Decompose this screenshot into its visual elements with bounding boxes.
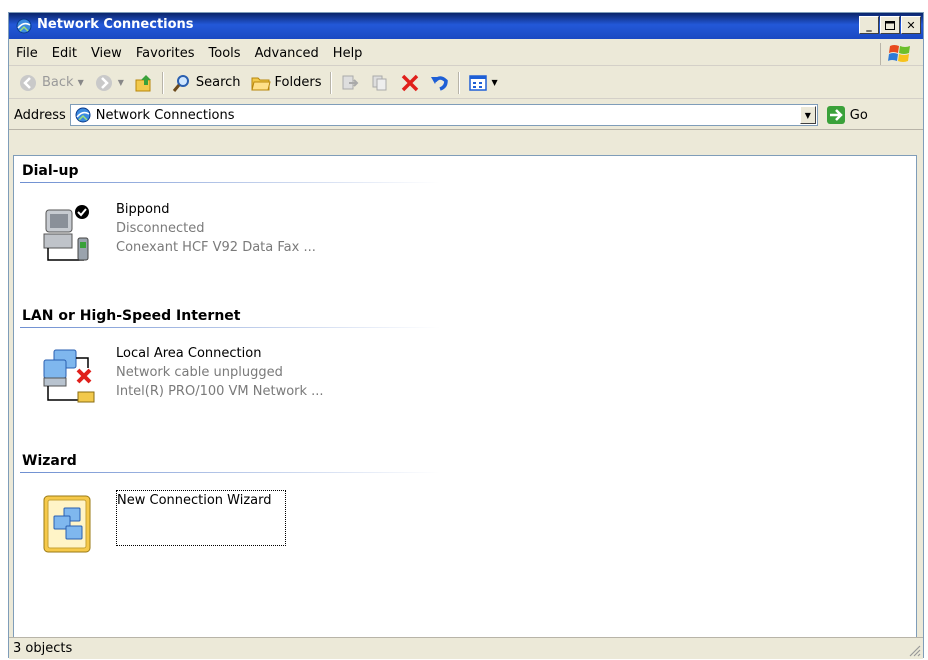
network-connections-icon — [75, 107, 91, 123]
wizard-focus-label: New Connection Wizard — [116, 490, 286, 546]
delete-button[interactable] — [395, 70, 425, 96]
close-icon: ✕ — [906, 18, 916, 32]
menu-bar: File Edit View Favorites Tools Advanced … — [9, 41, 923, 66]
undo-icon — [430, 75, 448, 91]
go-label: Go — [849, 107, 868, 123]
menu-file[interactable]: File — [9, 46, 45, 61]
move-to-button[interactable] — [335, 70, 365, 96]
resize-grip-icon[interactable] — [909, 645, 921, 657]
go-arrow-icon — [826, 106, 845, 124]
window-title: Network Connections — [37, 17, 194, 32]
connection-device: Conexant HCF V92 Data Fax ... — [116, 240, 316, 255]
group-header-lan: LAN or High-Speed Internet — [22, 308, 241, 324]
explorer-window: Network Connections _ ✕ File Edit View F… — [8, 12, 924, 659]
window-controls: _ ✕ — [859, 16, 921, 34]
connection-text: Bippond Disconnected Conexant HCF V92 Da… — [116, 200, 316, 257]
back-button[interactable]: Back ▼ — [13, 70, 89, 96]
address-bar: Address Network Connections ▼ Go — [9, 101, 923, 130]
connection-device: Intel(R) PRO/100 VM Network ... — [116, 384, 324, 399]
up-folder-icon — [135, 74, 151, 91]
search-button[interactable]: Search — [167, 70, 246, 96]
title-bar[interactable]: Network Connections _ ✕ — [9, 13, 923, 39]
network-connections-icon — [16, 18, 32, 34]
menu-tools[interactable]: Tools — [202, 46, 248, 61]
copy-to-button[interactable] — [365, 70, 395, 96]
back-label: Back — [42, 75, 74, 90]
chevron-down-icon[interactable]: ▼ — [492, 78, 498, 87]
connection-name: Local Area Connection — [116, 346, 262, 361]
address-label: Address — [14, 107, 66, 123]
connection-text: Local Area Connection Network cable unpl… — [116, 344, 324, 401]
windows-logo — [880, 43, 919, 65]
dialup-connection-icon — [43, 205, 89, 261]
up-folder-button[interactable] — [129, 70, 159, 96]
forward-arrow-icon — [95, 74, 112, 91]
folders-label: Folders — [274, 75, 322, 90]
folders-button[interactable]: Folders — [246, 70, 327, 96]
search-icon — [172, 74, 189, 92]
folders-icon — [250, 77, 271, 90]
toolbar-separator — [457, 71, 460, 94]
menu-help[interactable]: Help — [326, 46, 370, 61]
windows-flag-icon — [888, 45, 910, 62]
connection-status: Network cable unplugged — [116, 365, 283, 380]
file-view[interactable]: Dial-up Bippond Disconnected Conexant HC… — [13, 155, 917, 639]
menu-view[interactable]: View — [84, 46, 129, 61]
status-text: 3 objects — [13, 641, 73, 656]
new-connection-wizard-icon — [43, 495, 91, 553]
close-button[interactable]: ✕ — [901, 16, 921, 34]
group-divider — [20, 327, 440, 328]
wizard-name: New Connection Wizard — [117, 493, 272, 508]
minimize-icon: _ — [866, 18, 872, 32]
menu-edit[interactable]: Edit — [45, 46, 84, 61]
connection-item-local-area[interactable]: Local Area Connection Network cable unpl… — [40, 344, 340, 414]
search-label: Search — [195, 75, 241, 90]
delete-x-icon — [401, 74, 418, 91]
undo-button[interactable] — [425, 70, 455, 96]
group-header-dialup: Dial-up — [22, 163, 79, 179]
group-divider — [20, 472, 440, 473]
address-dropdown-button[interactable]: ▼ — [799, 106, 816, 124]
menu-favorites[interactable]: Favorites — [129, 46, 202, 61]
new-connection-wizard-item[interactable]: New Connection Wizard — [40, 490, 340, 570]
connection-item-bippond[interactable]: Bippond Disconnected Conexant HCF V92 Da… — [40, 200, 316, 270]
chevron-down-icon[interactable]: ▼ — [118, 78, 124, 87]
minimize-button[interactable]: _ — [859, 16, 879, 34]
menu-advanced[interactable]: Advanced — [248, 46, 326, 61]
copy-to-icon — [372, 75, 386, 90]
back-arrow-icon — [20, 74, 36, 91]
chevron-down-icon: ▼ — [804, 110, 811, 120]
toolbar-separator — [329, 71, 332, 94]
standard-toolbar: Back ▼ ▼ Search Folders ▼ — [9, 67, 923, 99]
toolbar-separator — [161, 71, 164, 94]
group-divider — [20, 182, 440, 183]
status-bar: 3 objects — [9, 637, 923, 659]
go-button[interactable]: Go — [826, 105, 868, 125]
maximize-icon — [885, 20, 895, 30]
move-to-icon — [342, 75, 358, 89]
views-icon — [468, 74, 487, 91]
group-header-wizard: Wizard — [22, 453, 77, 469]
views-button[interactable]: ▼ — [463, 70, 503, 96]
forward-button[interactable]: ▼ — [89, 70, 129, 96]
chevron-down-icon[interactable]: ▼ — [78, 78, 84, 87]
connection-name: Bippond — [116, 202, 170, 217]
lan-connection-icon — [43, 349, 95, 403]
maximize-button[interactable] — [880, 16, 900, 34]
connection-status: Disconnected — [116, 221, 205, 236]
address-value: Network Connections — [95, 107, 235, 123]
address-field[interactable]: Network Connections ▼ — [69, 104, 818, 126]
